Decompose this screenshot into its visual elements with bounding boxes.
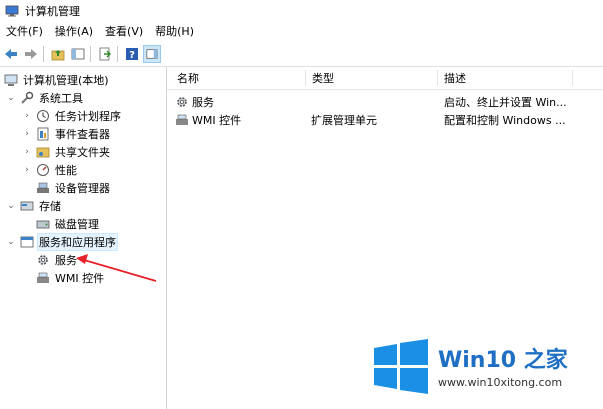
tree-item-wmi-control[interactable]: WMI 控件 [36,269,105,287]
menu-help[interactable]: 帮助(H) [149,22,200,42]
tree-item-root[interactable]: 计算机管理(本地) [4,71,110,89]
gear-icon [36,253,50,267]
toolbar-separator [117,46,118,62]
windows-logo-icon [374,339,428,394]
list-item-type [311,93,436,111]
toolbar-separator [90,46,91,62]
window-title: 计算机管理 [25,5,80,18]
computer-icon [4,73,18,87]
disk-icon [36,217,50,231]
list-item-description: 配置和控制 Windows ... [444,114,566,127]
computer-management-icon [5,5,19,17]
up-folder-button[interactable] [49,45,67,63]
tree-item-services-and-applications[interactable]: ⌄ 服务和应用程序 [6,233,118,251]
chevron-down-icon[interactable]: ⌄ [6,93,16,103]
forward-arrow-icon [25,49,37,59]
gear-icon [175,95,189,109]
tree-item-system-tools[interactable]: ⌄ 系统工具 [6,89,84,107]
console-tree: 计算机管理(本地) ⌄ 系统工具 › 任务计划程序 › 事件查看器 › 共享文件… [0,67,167,409]
services-apps-icon [20,235,34,249]
title-bar: 计算机管理 [0,0,603,22]
chevron-right-icon[interactable]: › [22,111,32,121]
console-tree-icon [71,48,85,60]
tree-item-event-viewer[interactable]: › 事件查看器 [22,125,111,143]
list-item[interactable]: 服务 [175,93,305,111]
tree-item-services[interactable]: 服务 [36,251,78,269]
back-arrow-icon [5,49,17,59]
column-header-description[interactable]: 描述 [438,67,603,90]
list-item[interactable]: WMI 控件 [175,111,305,129]
folder-up-icon [51,50,65,61]
tools-icon [20,91,34,105]
storage-icon [20,199,34,213]
performance-gauge-icon [36,163,50,177]
export-icon [99,47,111,61]
tree-item-device-manager[interactable]: 设备管理器 [36,179,111,197]
menu-action[interactable]: 操作(A) [49,22,99,42]
chevron-down-icon[interactable]: ⌄ [6,237,16,247]
chevron-right-icon[interactable]: › [22,165,32,175]
toolbar-separator [43,46,44,62]
menu-file[interactable]: 文件(F) [0,22,49,42]
show-hide-action-pane-button[interactable] [143,45,161,63]
help-button[interactable]: ? [123,45,141,63]
svg-text:?: ? [129,50,135,61]
list-item-name: 服务 [192,96,214,109]
column-header-name[interactable]: 名称 [167,67,306,90]
watermark: Win10 之家 www.win10xitong.com [372,338,603,409]
chevron-down-icon[interactable]: ⌄ [6,201,16,211]
column-divider[interactable] [572,70,573,86]
event-log-icon [36,127,50,141]
wmi-control-icon [175,113,189,127]
tree-item-storage[interactable]: ⌄ 存储 [6,197,62,215]
device-manager-icon [36,181,50,195]
menu-view[interactable]: 查看(V) [99,22,149,42]
clock-icon [36,109,50,123]
list-item-name: WMI 控件 [192,114,242,127]
tree-item-performance[interactable]: › 性能 [22,161,78,179]
tree-item-task-scheduler[interactable]: › 任务计划程序 [22,107,122,125]
column-header-type[interactable]: 类型 [306,67,438,90]
action-pane-icon [146,49,158,59]
export-list-button[interactable] [96,45,114,63]
show-hide-tree-button[interactable] [69,45,87,63]
shared-folder-icon [36,145,50,159]
menu-bar: 文件(F) 操作(A) 查看(V) 帮助(H) [0,22,603,42]
watermark-url: www.win10xitong.com [438,376,563,389]
help-icon: ? [126,48,138,61]
back-button[interactable] [2,45,20,63]
toolbar: ? [0,42,603,67]
chevron-right-icon[interactable]: › [22,147,32,157]
tree-item-disk-management[interactable]: 磁盘管理 [36,215,100,233]
watermark-brand: Win10 之家 [438,348,568,373]
chevron-right-icon[interactable]: › [22,129,32,139]
tree-item-shared-folders[interactable]: › 共享文件夹 [22,143,111,161]
wmi-control-icon [36,271,50,285]
list-item-description: 启动、终止并设置 Win... [444,96,567,109]
forward-button[interactable] [22,45,40,63]
list-item-type: 扩展管理单元 [311,114,377,127]
